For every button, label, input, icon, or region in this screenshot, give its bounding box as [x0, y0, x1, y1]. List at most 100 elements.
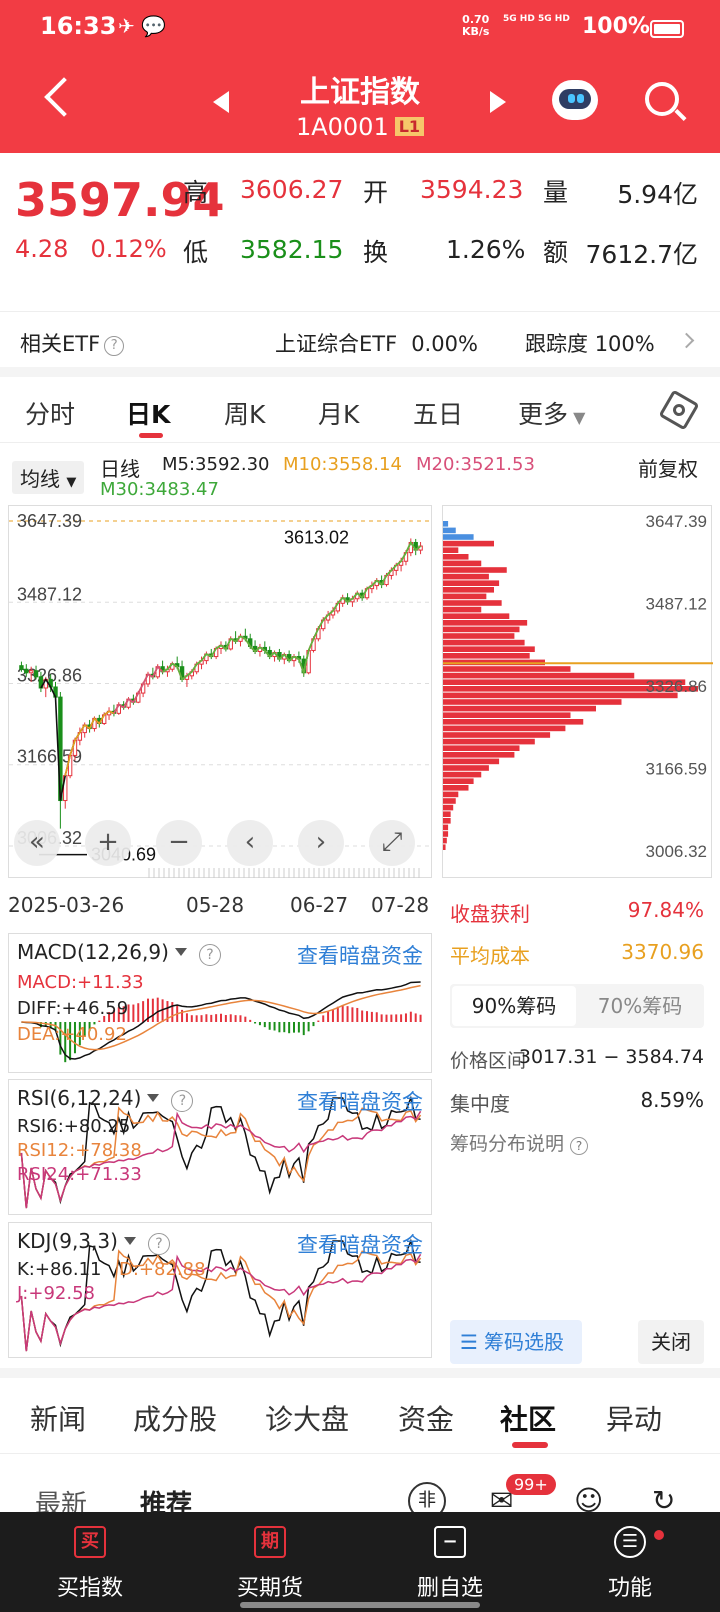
remove-watchlist-button[interactable]: − 删自选: [360, 1512, 540, 1612]
tab-news[interactable]: 新闻: [30, 1398, 86, 1438]
quote-panel: 3597.94 4.28 0.12% 高 3606.27 开 3594.23 量 …: [0, 153, 720, 303]
chip-bar: [443, 540, 494, 547]
rsi12-value: RSI12:+78.38: [17, 1140, 142, 1161]
chip-bar: [443, 606, 482, 613]
chip-bar: [443, 554, 469, 560]
tab-daily-k[interactable]: 日K: [126, 395, 170, 431]
high-value: 3606.27: [240, 175, 344, 204]
next-button[interactable]: ›: [298, 820, 344, 866]
chip-select-button[interactable]: ☰ 筹码选股: [450, 1320, 582, 1364]
j-value: J:+92.58: [17, 1283, 95, 1304]
tab-constituents[interactable]: 成分股: [133, 1398, 217, 1438]
y-tick-label: 3006.32: [646, 842, 707, 861]
volume-label: 量: [543, 178, 569, 207]
dark-pool-link[interactable]: 查看暗盘资金: [297, 940, 423, 970]
kdj-selector[interactable]: KDJ(9,3,3)?: [17, 1229, 170, 1255]
chip-bar: [443, 712, 571, 718]
dark-pool-link[interactable]: 查看暗盘资金: [297, 1229, 423, 1259]
chip-bar: [443, 573, 489, 580]
dark-pool-link[interactable]: 查看暗盘资金: [297, 1086, 423, 1116]
signal-icon: 5G HD: [538, 14, 570, 24]
chip-bar: [443, 613, 510, 619]
help-icon: ?: [171, 1090, 194, 1112]
chip-explain-link[interactable]: 筹码分布说明 ?: [450, 1129, 704, 1156]
zoom-out-button[interactable]: −: [156, 820, 202, 866]
chip-bar: [443, 738, 535, 745]
indicator-selector[interactable]: 均线 ▼: [12, 461, 85, 494]
chip-bar: [443, 593, 487, 600]
signal-icon: 5G HD: [503, 14, 535, 24]
active-tab-indicator: [139, 433, 163, 438]
macd-selector[interactable]: MACD(12,26,9)?: [17, 940, 221, 966]
tab-five-day[interactable]: 五日: [413, 395, 463, 431]
ma30-value: M30:3483.47: [100, 479, 219, 500]
tab-more[interactable]: 更多 ▼: [518, 395, 585, 431]
rsi-panel[interactable]: RSI(6,12,24)? 查看暗盘资金 RSI6:+80.25 RSI12:+…: [8, 1079, 432, 1215]
ma5-value: M5:3592.30: [162, 454, 270, 475]
divider: [0, 1368, 720, 1378]
adjust-mode[interactable]: 前复权: [638, 453, 698, 482]
chip-bar: [443, 666, 571, 672]
search-icon[interactable]: [645, 82, 679, 116]
first-page-button[interactable]: «: [14, 820, 60, 866]
chip-bar: [443, 837, 447, 844]
k-value: K:+86.11: [17, 1259, 102, 1280]
buy-index-button[interactable]: 买买指数: [0, 1512, 180, 1612]
price-range-row: 价格区间 3017.31 − 3584.74: [450, 1046, 704, 1072]
diff-value: DIFF:+46.59: [17, 998, 129, 1019]
macd-panel[interactable]: MACD(12,26,9)? 查看暗盘资金 MACD:+11.33 DIFF:+…: [8, 933, 432, 1073]
etf-name: 上证综合ETF 0.00%: [275, 332, 478, 356]
functions-button[interactable]: ☰ 功能: [540, 1512, 720, 1612]
tab-70-chip[interactable]: 70%筹码: [578, 986, 702, 1026]
chip-bar: [443, 798, 456, 804]
close-button[interactable]: 关闭: [638, 1320, 704, 1364]
fullscreen-button[interactable]: ⤢: [369, 820, 415, 866]
tab-community[interactable]: 社区: [500, 1398, 556, 1438]
dea-value: DEA:+40.92: [17, 1024, 127, 1045]
status-bar: 16:33 ✈ 💬 0.70 KB/s 5G HD 5G HD 100%: [0, 0, 720, 55]
tab-monthly-k[interactable]: 月K: [318, 395, 359, 431]
chip-bar: [443, 831, 449, 837]
tab-diagnosis[interactable]: 诊大盘: [265, 1398, 349, 1438]
y-tick-label: 3647.39: [646, 512, 707, 531]
zoom-in-button[interactable]: +: [85, 820, 131, 866]
chip-bar: [443, 639, 525, 646]
kline-chart[interactable]: 3647.393487.123326.863166.593006.323613.…: [8, 505, 433, 878]
net-speed: 0.70 KB/s: [462, 13, 490, 38]
tab-90-chip[interactable]: 90%筹码: [452, 986, 576, 1026]
level-badge: L1: [394, 117, 425, 136]
clock: 16:33: [40, 12, 117, 40]
chip-bar: [443, 567, 507, 573]
tab-intraday[interactable]: 分时: [25, 395, 75, 431]
ma20-value: M20:3521.53: [416, 454, 535, 475]
tab-movement[interactable]: 异动: [606, 1398, 662, 1438]
chip-bar: [443, 653, 530, 659]
buy-futures-button[interactable]: 期买期货: [180, 1512, 360, 1612]
concentration-row: 集中度 8.59%: [450, 1088, 704, 1116]
chip-bar: [443, 547, 459, 553]
rsi-selector[interactable]: RSI(6,12,24)?: [17, 1086, 194, 1112]
tab-weekly-k[interactable]: 周K: [224, 395, 265, 431]
cost-row: 平均成本 3370.96: [450, 940, 704, 968]
message-badge: 99+: [506, 1474, 556, 1495]
next-stock-icon[interactable]: [490, 91, 506, 113]
related-etf-bar[interactable]: 相关ETF? 上证综合ETF 0.00% 跟踪度 100%: [0, 311, 720, 367]
chip-bar: [443, 725, 566, 732]
kdj-panel[interactable]: KDJ(9,3,3)? 查看暗盘资金 K:+86.11 D:+82.88 J:+…: [8, 1222, 432, 1358]
candle: [28, 670, 34, 674]
chip-bar: [443, 804, 454, 811]
ma5-line: [40, 540, 422, 801]
chip-bar: [443, 534, 474, 540]
prev-button[interactable]: ‹: [227, 820, 273, 866]
settings-icon[interactable]: [658, 389, 700, 431]
robot-assistant-icon[interactable]: [552, 80, 598, 120]
bottom-action-bar: 买买指数 期买期货 − 删自选 ☰ 功能: [0, 1512, 720, 1612]
candle: [24, 668, 29, 674]
notification-icons: ✈ 💬: [118, 14, 167, 38]
chip-bar: [443, 785, 469, 791]
tab-funds[interactable]: 资金: [398, 1398, 454, 1438]
battery-icon: [650, 20, 684, 38]
minus-icon: −: [434, 1526, 466, 1558]
d-value: D:+82.88: [119, 1259, 206, 1280]
chip-bar: [443, 699, 622, 705]
